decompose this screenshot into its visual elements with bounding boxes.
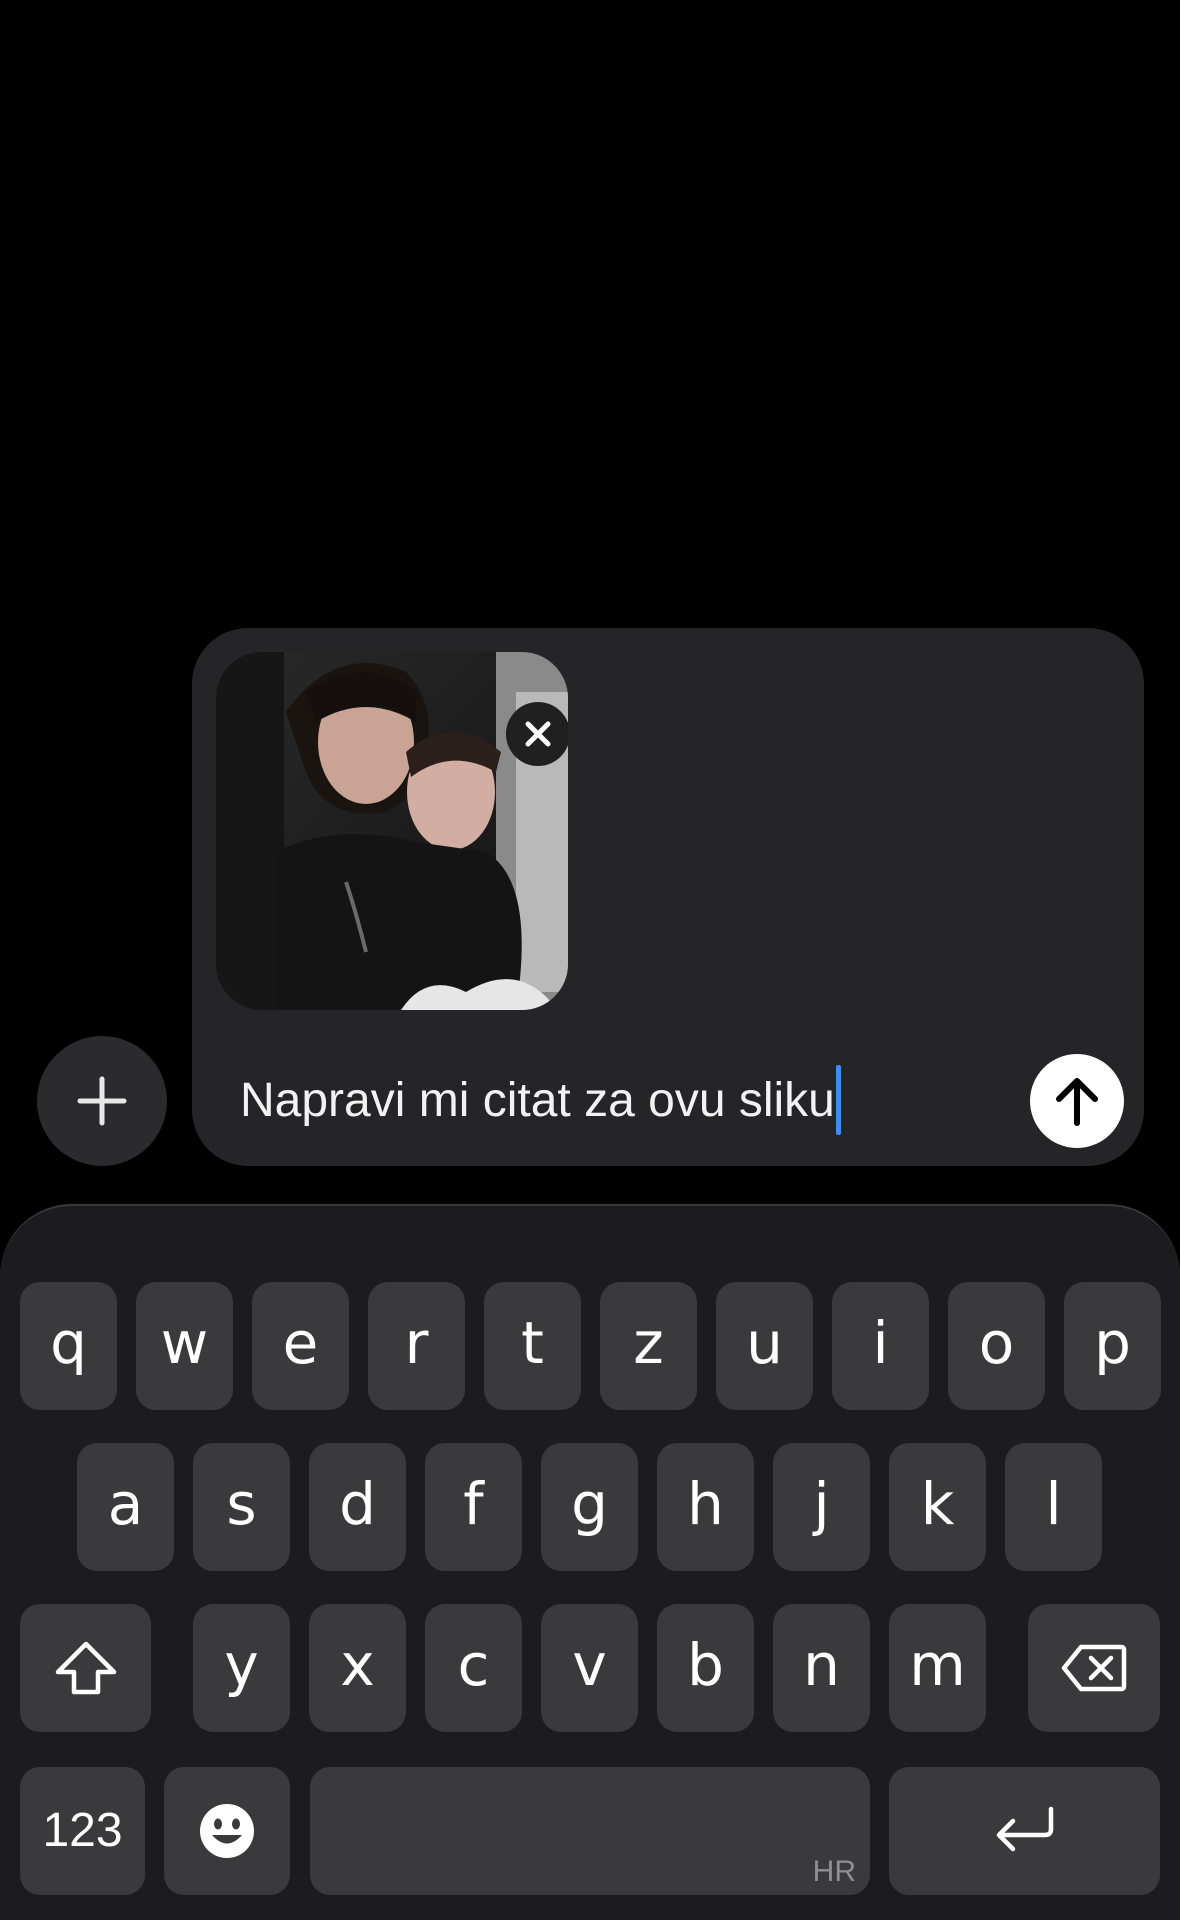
close-icon bbox=[525, 721, 551, 747]
key-i[interactable]: i bbox=[832, 1282, 929, 1410]
message-input-text: Napravi mi citat za ovu sliku bbox=[240, 1073, 835, 1127]
key-e[interactable]: e bbox=[252, 1282, 349, 1410]
key-b[interactable]: b bbox=[657, 1604, 754, 1732]
key-w[interactable]: w bbox=[136, 1282, 233, 1410]
key-v[interactable]: v bbox=[541, 1604, 638, 1732]
backspace-key[interactable] bbox=[1028, 1604, 1160, 1732]
key-label: w bbox=[160, 1309, 209, 1377]
arrow-up-icon bbox=[1056, 1078, 1098, 1126]
shift-key[interactable] bbox=[20, 1604, 151, 1732]
text-caret bbox=[835, 1065, 841, 1135]
key-label: c bbox=[457, 1631, 490, 1699]
key-z[interactable]: z bbox=[600, 1282, 697, 1410]
key-label: p bbox=[1094, 1309, 1131, 1377]
key-j[interactable]: j bbox=[773, 1443, 870, 1571]
key-label: v bbox=[572, 1631, 607, 1699]
key-label: a bbox=[107, 1470, 144, 1538]
key-label: j bbox=[813, 1470, 830, 1538]
key-k[interactable]: k bbox=[889, 1443, 986, 1571]
emoji-key[interactable] bbox=[164, 1767, 290, 1895]
key-label: b bbox=[687, 1631, 724, 1699]
key-n[interactable]: n bbox=[773, 1604, 870, 1732]
key-label: e bbox=[282, 1309, 319, 1377]
key-s[interactable]: s bbox=[193, 1443, 290, 1571]
key-label: m bbox=[909, 1631, 966, 1699]
key-g[interactable]: g bbox=[541, 1443, 638, 1571]
numbers-key-label: 123 bbox=[42, 1804, 123, 1857]
key-c[interactable]: c bbox=[425, 1604, 522, 1732]
backspace-icon bbox=[1061, 1644, 1127, 1692]
add-attachment-button[interactable] bbox=[37, 1036, 167, 1166]
key-label: s bbox=[226, 1470, 257, 1538]
message-input[interactable]: Napravi mi citat za ovu sliku bbox=[240, 1062, 841, 1138]
key-label: i bbox=[872, 1309, 889, 1377]
key-label: l bbox=[1045, 1470, 1062, 1538]
keyboard-language-label: HR bbox=[812, 1855, 856, 1888]
key-label: t bbox=[521, 1309, 544, 1377]
key-label: u bbox=[746, 1309, 783, 1377]
key-u[interactable]: u bbox=[716, 1282, 813, 1410]
key-label: y bbox=[224, 1631, 259, 1699]
emoji-icon bbox=[200, 1804, 254, 1858]
key-l[interactable]: l bbox=[1005, 1443, 1102, 1571]
on-screen-keyboard: q w e r t z u i o p a s d f g h j k l y x c v b n m 123 HR bbox=[0, 1204, 1180, 1920]
shift-icon bbox=[55, 1641, 116, 1695]
key-h[interactable]: h bbox=[657, 1443, 754, 1571]
key-label: d bbox=[339, 1470, 376, 1538]
key-label: n bbox=[803, 1631, 840, 1699]
message-composer: Napravi mi citat za ovu sliku bbox=[192, 628, 1144, 1166]
key-m[interactable]: m bbox=[889, 1604, 986, 1732]
key-label: g bbox=[571, 1470, 608, 1538]
key-a[interactable]: a bbox=[77, 1443, 174, 1571]
key-d[interactable]: d bbox=[309, 1443, 406, 1571]
key-q[interactable]: q bbox=[20, 1282, 117, 1410]
key-o[interactable]: o bbox=[948, 1282, 1045, 1410]
key-label: r bbox=[404, 1309, 429, 1377]
attachment-thumbnail[interactable] bbox=[216, 652, 568, 1010]
send-button[interactable] bbox=[1030, 1054, 1124, 1148]
key-label: o bbox=[978, 1309, 1015, 1377]
key-label: z bbox=[633, 1309, 664, 1377]
plus-icon bbox=[77, 1076, 127, 1126]
key-x[interactable]: x bbox=[309, 1604, 406, 1732]
space-key[interactable]: HR bbox=[310, 1767, 870, 1895]
return-key[interactable] bbox=[889, 1767, 1160, 1895]
remove-attachment-button[interactable] bbox=[506, 702, 568, 766]
key-label: h bbox=[687, 1470, 724, 1538]
attached-photo bbox=[216, 652, 568, 1010]
key-r[interactable]: r bbox=[368, 1282, 465, 1410]
key-t[interactable]: t bbox=[484, 1282, 581, 1410]
key-label: k bbox=[920, 1470, 955, 1538]
key-y[interactable]: y bbox=[193, 1604, 290, 1732]
key-label: x bbox=[340, 1631, 375, 1699]
key-f[interactable]: f bbox=[425, 1443, 522, 1571]
return-icon bbox=[996, 1806, 1053, 1852]
key-label: f bbox=[463, 1470, 484, 1538]
numbers-key[interactable]: 123 bbox=[20, 1767, 145, 1895]
key-p[interactable]: p bbox=[1064, 1282, 1161, 1410]
key-label: q bbox=[50, 1309, 87, 1377]
